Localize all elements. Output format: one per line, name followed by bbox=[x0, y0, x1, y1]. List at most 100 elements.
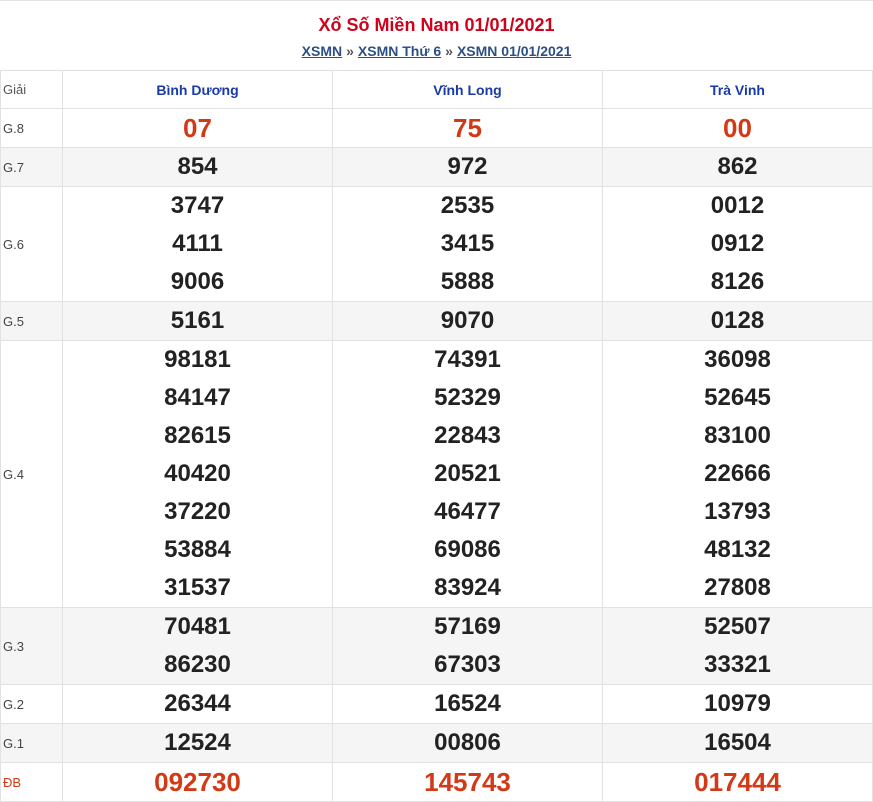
result-cell-tra-vinh: 017444 bbox=[602, 762, 873, 802]
prize-label: G.4 bbox=[0, 340, 63, 608]
result-number: 0128 bbox=[710, 307, 765, 334]
result-number: 70481 bbox=[164, 613, 231, 640]
prize-label: G.3 bbox=[0, 607, 63, 685]
result-number: 13793 bbox=[704, 498, 771, 525]
result-cell-vinh-long: 75 bbox=[332, 108, 603, 148]
result-number: 017444 bbox=[694, 767, 781, 797]
result-number: 36098 bbox=[704, 346, 771, 373]
result-number: 00 bbox=[723, 113, 752, 143]
prize-label: G.6 bbox=[0, 186, 63, 302]
table-header-row: Giải Bình Dương Vĩnh Long Trà Vinh bbox=[0, 70, 873, 109]
result-number: 86230 bbox=[164, 651, 231, 678]
result-cell-binh-duong: 98181 84147 82615 40420 37220 53884 31537 bbox=[62, 340, 333, 608]
result-number: 53884 bbox=[164, 536, 231, 563]
result-number: 16504 bbox=[704, 729, 771, 756]
result-number: 26344 bbox=[164, 690, 231, 717]
result-number: 4111 bbox=[172, 230, 223, 257]
result-cell-tra-vinh: 0128 bbox=[602, 301, 873, 341]
breadcrumb-separator: » bbox=[346, 43, 354, 59]
prize-label: G.8 bbox=[0, 108, 63, 148]
breadcrumb-link-xsmn-date[interactable]: XSMN 01/01/2021 bbox=[457, 43, 571, 59]
result-number: 98181 bbox=[164, 346, 231, 373]
prize-label: G.7 bbox=[0, 147, 63, 187]
result-cell-vinh-long: 972 bbox=[332, 147, 603, 187]
result-cell-binh-duong: 092730 bbox=[62, 762, 333, 802]
table-row: ĐB 092730 145743 017444 bbox=[0, 762, 873, 802]
result-cell-vinh-long: 145743 bbox=[332, 762, 603, 802]
result-cell-tra-vinh: 52507 33321 bbox=[602, 607, 873, 685]
result-number: 67303 bbox=[434, 651, 501, 678]
breadcrumb-link-xsmn[interactable]: XSMN bbox=[302, 43, 342, 59]
result-number: 20521 bbox=[434, 460, 501, 487]
result-number: 12524 bbox=[164, 729, 231, 756]
page-title: Xổ Số Miền Nam 01/01/2021 bbox=[318, 15, 555, 35]
result-number: 83924 bbox=[434, 574, 501, 601]
result-number: 84147 bbox=[164, 384, 231, 411]
result-number: 3415 bbox=[440, 230, 495, 257]
result-number: 092730 bbox=[154, 767, 241, 797]
result-number: 0912 bbox=[710, 230, 765, 257]
result-number: 74391 bbox=[434, 346, 501, 373]
result-number: 22843 bbox=[434, 422, 501, 449]
result-number: 00806 bbox=[434, 729, 501, 756]
result-cell-vinh-long: 16524 bbox=[332, 684, 603, 724]
result-number: 46477 bbox=[434, 498, 501, 525]
result-number: 07 bbox=[183, 113, 212, 143]
result-number: 972 bbox=[447, 153, 488, 180]
prize-label: G.2 bbox=[0, 684, 63, 724]
table-row: G.1 12524 00806 16504 bbox=[0, 723, 873, 763]
result-number: 31537 bbox=[164, 574, 231, 601]
breadcrumb-link-xsmn-thu-6[interactable]: XSMN Thứ 6 bbox=[358, 43, 441, 59]
results-body: G.8 07 75 00 G.7 854 972 862 G.6 3747 4111 9006 2535… bbox=[0, 108, 873, 802]
result-cell-vinh-long: 57169 67303 bbox=[332, 607, 603, 685]
result-number: 52645 bbox=[704, 384, 771, 411]
result-number: 69086 bbox=[434, 536, 501, 563]
result-number: 9006 bbox=[170, 268, 225, 295]
result-number: 8126 bbox=[710, 268, 765, 295]
result-number: 862 bbox=[717, 153, 758, 180]
result-number: 52507 bbox=[704, 613, 771, 640]
result-cell-tra-vinh: 00 bbox=[602, 108, 873, 148]
breadcrumb-separator: » bbox=[445, 43, 453, 59]
result-cell-binh-duong: 12524 bbox=[62, 723, 333, 763]
page-header: Xổ Số Miền Nam 01/01/2021 XSMN» XSMN Thứ … bbox=[0, 0, 873, 70]
result-number: 33321 bbox=[704, 651, 771, 678]
result-cell-tra-vinh: 0012 0912 8126 bbox=[602, 186, 873, 302]
result-number: 0012 bbox=[710, 192, 765, 219]
table-row: G.3 70481 86230 57169 67303 52507 33321 bbox=[0, 607, 873, 685]
result-number: 9070 bbox=[440, 307, 495, 334]
result-number: 5161 bbox=[170, 307, 225, 334]
result-number: 40420 bbox=[164, 460, 231, 487]
breadcrumb: XSMN» XSMN Thứ 6» XSMN 01/01/2021 bbox=[0, 37, 873, 61]
province-header-vinh-long: Vĩnh Long bbox=[332, 70, 603, 109]
result-cell-vinh-long: 74391 52329 22843 20521 46477 69086 83924 bbox=[332, 340, 603, 608]
result-cell-tra-vinh: 36098 52645 83100 22666 13793 48132 27808 bbox=[602, 340, 873, 608]
result-number: 82615 bbox=[164, 422, 231, 449]
result-number: 48132 bbox=[704, 536, 771, 563]
result-cell-tra-vinh: 862 bbox=[602, 147, 873, 187]
result-cell-tra-vinh: 16504 bbox=[602, 723, 873, 763]
result-cell-binh-duong: 854 bbox=[62, 147, 333, 187]
prize-column-header: Giải bbox=[0, 70, 63, 109]
prize-label: ĐB bbox=[0, 762, 63, 802]
result-number: 10979 bbox=[704, 690, 771, 717]
table-row: G.5 5161 9070 0128 bbox=[0, 301, 873, 341]
table-row: G.6 3747 4111 9006 2535 3415 5888 0012 0912 8126 bbox=[0, 186, 873, 302]
result-cell-vinh-long: 00806 bbox=[332, 723, 603, 763]
result-number: 22666 bbox=[704, 460, 771, 487]
result-cell-tra-vinh: 10979 bbox=[602, 684, 873, 724]
result-number: 145743 bbox=[424, 767, 511, 797]
result-cell-binh-duong: 3747 4111 9006 bbox=[62, 186, 333, 302]
result-cell-binh-duong: 07 bbox=[62, 108, 333, 148]
result-number: 854 bbox=[177, 153, 218, 180]
result-number: 83100 bbox=[704, 422, 771, 449]
table-row: G.4 98181 84147 82615 40420 37220 53884 31537 74… bbox=[0, 340, 873, 608]
result-number: 75 bbox=[453, 113, 482, 143]
result-cell-binh-duong: 26344 bbox=[62, 684, 333, 724]
result-cell-binh-duong: 70481 86230 bbox=[62, 607, 333, 685]
result-number: 16524 bbox=[434, 690, 501, 717]
table-row: G.7 854 972 862 bbox=[0, 147, 873, 187]
result-number: 37220 bbox=[164, 498, 231, 525]
province-header-tra-vinh: Trà Vinh bbox=[602, 70, 873, 109]
table-row: G.2 26344 16524 10979 bbox=[0, 684, 873, 724]
